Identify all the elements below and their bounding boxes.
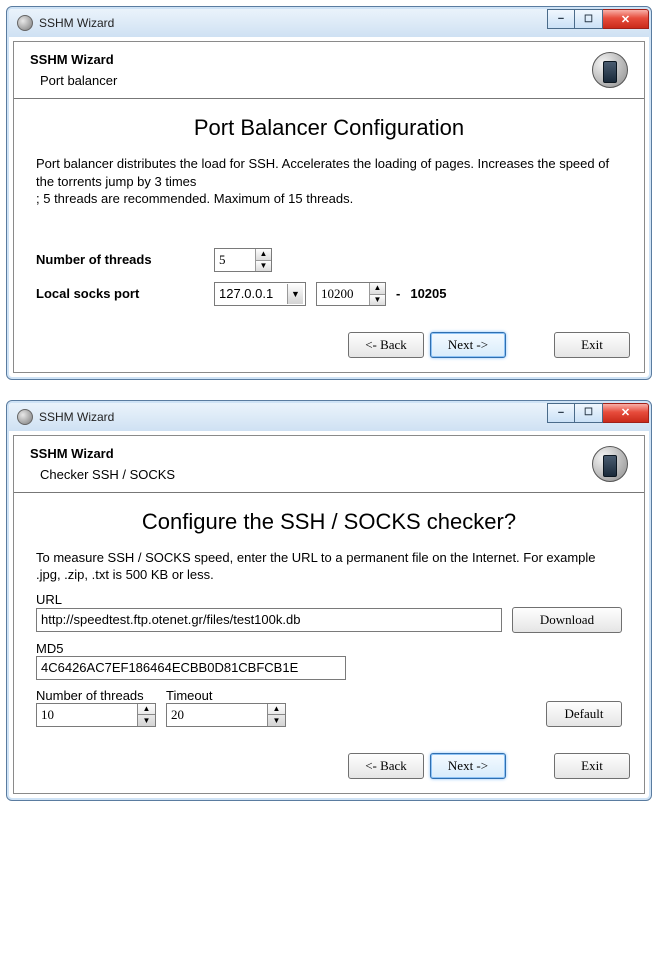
description-line-1: Port balancer distributes the load for S…: [36, 155, 622, 190]
titlebar[interactable]: SSHM Wizard: [9, 9, 649, 37]
socks-port-end: 10205: [410, 286, 446, 301]
close-button[interactable]: [603, 403, 649, 423]
app-icon: [17, 409, 33, 425]
num-threads-input[interactable]: [215, 249, 255, 271]
page-title: Configure the SSH / SOCKS checker?: [36, 509, 622, 535]
download-button[interactable]: Download: [512, 607, 622, 633]
window-title: SSHM Wizard: [39, 410, 114, 424]
banner-subtitle: Port balancer: [30, 73, 117, 88]
close-button[interactable]: [603, 9, 649, 29]
socks-host-select[interactable]: 127.0.0.1 ▼: [214, 282, 306, 306]
window-title: SSHM Wizard: [39, 16, 114, 30]
chevron-down-icon[interactable]: ▼: [287, 284, 303, 304]
spin-down-icon[interactable]: ▼: [268, 714, 285, 726]
maximize-button[interactable]: [575, 403, 603, 423]
spin-down-icon[interactable]: ▼: [255, 260, 271, 271]
banner-title: SSHM Wizard: [30, 52, 117, 67]
minimize-button[interactable]: [547, 9, 575, 29]
wizard-door-icon: [592, 52, 628, 88]
spin-up-icon[interactable]: ▲: [268, 704, 285, 715]
threads-label: Number of threads: [36, 688, 156, 703]
spin-down-icon[interactable]: ▼: [369, 294, 385, 305]
wizard-window-port-balancer: SSHM Wizard SSHM Wizard Port balancer Po…: [6, 6, 652, 380]
num-threads-spinner[interactable]: ▲ ▼: [214, 248, 272, 272]
threads-input[interactable]: [37, 704, 137, 726]
socks-port-start-spinner[interactable]: ▲ ▼: [316, 282, 386, 306]
timeout-spinner[interactable]: ▲ ▼: [166, 703, 286, 727]
exit-button[interactable]: Exit: [554, 332, 630, 358]
md5-label: MD5: [36, 641, 622, 656]
next-button[interactable]: Next ->: [430, 753, 506, 779]
range-dash: -: [396, 286, 400, 301]
num-threads-label: Number of threads: [36, 252, 206, 267]
timeout-input[interactable]: [167, 704, 267, 726]
threads-spinner[interactable]: ▲ ▼: [36, 703, 156, 727]
banner-title: SSHM Wizard: [30, 446, 175, 461]
app-icon: [17, 15, 33, 31]
default-button[interactable]: Default: [546, 701, 622, 727]
url-input[interactable]: [36, 608, 502, 632]
wizard-window-checker: SSHM Wizard SSHM Wizard Checker SSH / SO…: [6, 400, 652, 801]
spin-up-icon[interactable]: ▲: [138, 704, 155, 715]
spin-down-icon[interactable]: ▼: [138, 714, 155, 726]
exit-button[interactable]: Exit: [554, 753, 630, 779]
back-button[interactable]: <- Back: [348, 753, 424, 779]
back-button[interactable]: <- Back: [348, 332, 424, 358]
socks-host-value: 127.0.0.1: [219, 286, 281, 301]
wizard-door-icon: [592, 446, 628, 482]
spin-up-icon[interactable]: ▲: [369, 283, 385, 294]
socks-port-start-input[interactable]: [317, 283, 369, 305]
page-title: Port Balancer Configuration: [36, 115, 622, 141]
banner-subtitle: Checker SSH / SOCKS: [30, 467, 175, 482]
description-line-1: To measure SSH / SOCKS speed, enter the …: [36, 549, 622, 584]
maximize-button[interactable]: [575, 9, 603, 29]
minimize-button[interactable]: [547, 403, 575, 423]
description-line-2: ; 5 threads are recommended. Maximum of …: [36, 190, 622, 208]
socks-port-label: Local socks port: [36, 286, 206, 301]
timeout-label: Timeout: [166, 688, 286, 703]
md5-input[interactable]: [36, 656, 346, 680]
spin-up-icon[interactable]: ▲: [255, 249, 271, 260]
next-button[interactable]: Next ->: [430, 332, 506, 358]
url-label: URL: [36, 592, 622, 607]
titlebar[interactable]: SSHM Wizard: [9, 403, 649, 431]
